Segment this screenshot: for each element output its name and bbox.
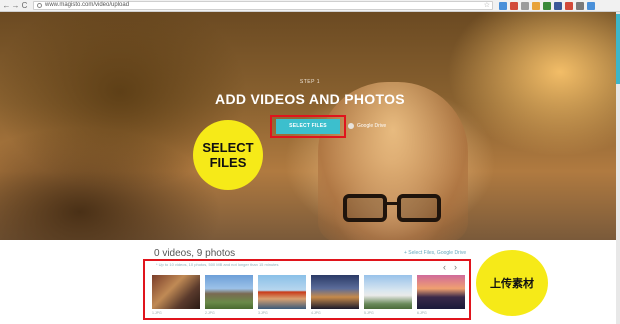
extensions-bar (499, 1, 595, 10)
select-files-button[interactable]: SELECT FILES (276, 119, 340, 134)
extension-icon[interactable] (532, 1, 540, 10)
address-bar[interactable]: www.magisto.com/video/upload ☆ (33, 1, 493, 10)
thumbnail-caption: 6.JPG (417, 311, 427, 315)
extension-icon[interactable] (576, 1, 584, 10)
callout-line-1: SELECT (202, 140, 254, 155)
media-thumbnail[interactable]: 2.JPG (205, 275, 253, 317)
extension-icon[interactable] (510, 1, 518, 10)
upload-material-callout: 上传素材 (476, 250, 548, 316)
bookmark-star-icon[interactable]: ☆ (484, 2, 492, 9)
carousel-arrows: ‹ › (443, 263, 457, 272)
media-thumbnail[interactable]: 4.JPG (311, 275, 359, 317)
google-drive-icon (348, 123, 354, 129)
page-title: ADD VIDEOS AND PHOTOS (215, 91, 405, 107)
extension-icon[interactable] (587, 1, 595, 10)
media-thumbnail[interactable]: 6.JPG (417, 275, 465, 317)
media-thumbnail[interactable]: 3.JPG (258, 275, 306, 317)
media-thumbnail[interactable]: 5.JPG (364, 275, 412, 317)
scrollbar-thumb[interactable] (616, 14, 620, 84)
thumbnail-image (205, 275, 253, 309)
thumbnail-image (258, 275, 306, 309)
url-text: www.magisto.com/video/upload (45, 2, 130, 8)
upload-limits-note: * Up to 10 videos, 10 photos, 500 MB and… (156, 262, 279, 267)
glasses-bridge (385, 202, 399, 205)
thumbnail-caption: 4.JPG (311, 311, 321, 315)
extension-icon[interactable] (543, 1, 551, 10)
thumbnail-image (152, 275, 200, 309)
thumbnail-image (364, 275, 412, 309)
globe-icon (37, 3, 42, 8)
forward-button[interactable]: → (11, 1, 20, 10)
back-button[interactable]: ← (2, 1, 11, 10)
thumbnail-image (311, 275, 359, 309)
select-files-callout: SELECT FILES (193, 120, 263, 190)
callout-line-2: FILES (209, 155, 247, 170)
thumbnail-caption: 3.JPG (258, 311, 268, 315)
add-more-links[interactable]: + Select Files, Google Drive (404, 250, 466, 256)
thumbnail-caption: 1.JPG (152, 311, 162, 315)
browser-toolbar: ← → C www.magisto.com/video/upload ☆ (0, 0, 620, 12)
next-arrow-icon[interactable]: › (454, 263, 457, 272)
extension-icon[interactable] (521, 1, 529, 10)
media-count: 0 videos, 9 photos (154, 248, 236, 259)
extension-icon[interactable] (499, 1, 507, 10)
reload-button[interactable]: C (20, 1, 29, 10)
google-drive-label: Google Drive (357, 123, 387, 129)
extension-icon[interactable] (565, 1, 573, 10)
step-label: STEP 1 (299, 79, 321, 85)
previous-arrow-icon[interactable]: ‹ (443, 263, 446, 272)
media-thumbnail-strip: 1.JPG 2.JPG 3.JPG 4.JPG 5.JPG 6.JPG (152, 275, 465, 317)
thumbnail-image (417, 275, 465, 309)
thumbnail-caption: 2.JPG (205, 311, 215, 315)
google-drive-link[interactable]: Google Drive (348, 123, 386, 129)
glasses-right-lens (397, 194, 441, 222)
extension-icon[interactable] (554, 1, 562, 10)
thumbnail-caption: 5.JPG (364, 311, 374, 315)
glasses-left-lens (343, 194, 387, 222)
media-thumbnail[interactable]: 1.JPG (152, 275, 200, 317)
